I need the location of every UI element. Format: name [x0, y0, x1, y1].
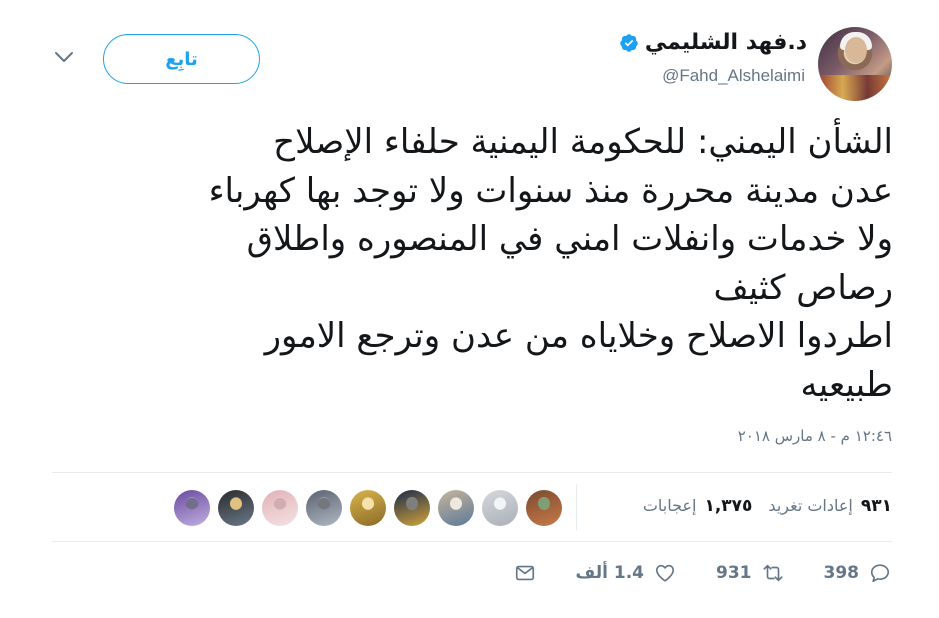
- divider: [52, 541, 892, 542]
- envelope-icon: [515, 565, 534, 581]
- chevron-down-icon[interactable]: [54, 50, 74, 64]
- avatar[interactable]: [818, 27, 892, 101]
- follow-button[interactable]: تابِع: [103, 34, 260, 84]
- retweets-stat[interactable]: ٩٣١ إعادات تغريد: [768, 496, 892, 516]
- liker-avatar[interactable]: [394, 490, 430, 526]
- reply-action[interactable]: 398: [824, 562, 892, 584]
- user-handle[interactable]: @Fahd_Alshelaimi: [662, 66, 805, 86]
- divider: [52, 472, 892, 473]
- reply-icon: [870, 564, 890, 583]
- like-action[interactable]: 1.4 ألف: [576, 562, 677, 584]
- stats: ٩٣١ إعادات تغريد ١,٣٧٥ إعجابات: [643, 496, 892, 516]
- liker-avatar[interactable]: [174, 490, 210, 526]
- liker-avatar[interactable]: [438, 490, 474, 526]
- retweets-label: إعادات تغريد: [768, 496, 853, 515]
- stats-row: ٩٣١ إعادات تغريد ١,٣٧٥ إعجابات: [52, 474, 892, 540]
- display-name[interactable]: د.فهد الشليمي: [645, 30, 807, 55]
- like-count: 1.4 ألف: [575, 563, 645, 583]
- tweet-header: د.فهد الشليمي @Fahd_Alshelaimi تابِع: [0, 0, 939, 110]
- heart-icon: [655, 564, 675, 582]
- stats-separator: [576, 484, 577, 530]
- likes-label: إعجابات: [642, 496, 697, 515]
- likes-stat[interactable]: ١,٣٧٥ إعجابات: [643, 496, 753, 516]
- dm-action[interactable]: [514, 562, 536, 584]
- tweet-text: الشأن اليمني: للحكومة اليمنية حلفاء الإص…: [208, 122, 893, 405]
- liker-avatars: [174, 490, 562, 526]
- tweet-timestamp[interactable]: ١٢:٤٦ م - ٨ مارس ٢٠١٨: [738, 427, 892, 445]
- liker-avatar[interactable]: [262, 490, 298, 526]
- liker-avatar[interactable]: [306, 490, 342, 526]
- liker-avatar[interactable]: [350, 490, 386, 526]
- reply-count: 398: [823, 563, 860, 583]
- retweets-count: ٩٣١: [860, 496, 892, 516]
- retweet-action[interactable]: 931: [716, 562, 784, 584]
- author-name-row[interactable]: د.فهد الشليمي: [619, 30, 807, 55]
- tweet-actions: 398 931 1.4 ألف: [514, 562, 892, 584]
- liker-avatar[interactable]: [218, 490, 254, 526]
- retweet-icon: [762, 564, 783, 582]
- verified-badge-icon: [620, 33, 638, 52]
- liker-avatar[interactable]: [526, 490, 562, 526]
- likes-count: ١,٣٧٥: [704, 496, 753, 516]
- retweet-count: 931: [716, 563, 752, 583]
- liker-avatar[interactable]: [482, 490, 518, 526]
